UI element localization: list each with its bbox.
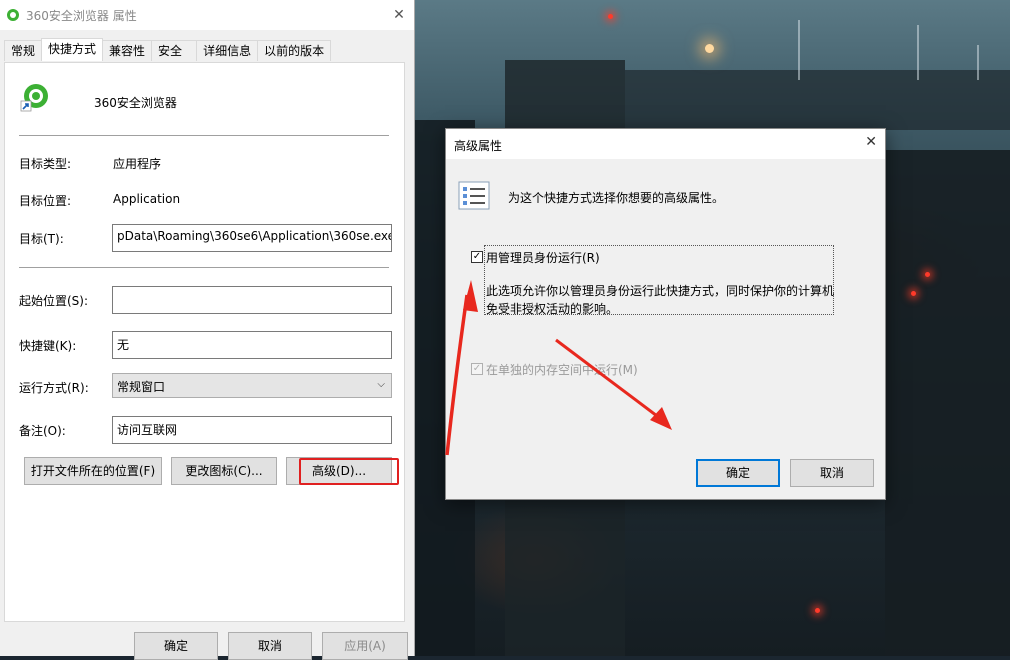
tab-details[interactable]: 详细信息 xyxy=(196,40,259,61)
advanced-dialog-titlebar: 高级属性 ✕ xyxy=(446,129,885,159)
checklist-icon xyxy=(458,181,490,210)
run-as-admin-description: 此选项允许你以管理员身份运行此快捷方式，同时保护你的计算机 xyxy=(486,284,835,298)
background-bridge xyxy=(625,70,1010,130)
run-label: 运行方式(R): xyxy=(19,381,89,395)
target-location-value: Application xyxy=(113,192,181,206)
background-structure xyxy=(885,150,1010,656)
divider xyxy=(19,267,389,268)
advanced-properties-dialog: 高级属性 ✕ 为这个快捷方式选择你想要的高级属性。 ✓ 用管理员身份运行(R) … xyxy=(445,128,886,500)
target-location-label: 目标位置: xyxy=(19,194,72,208)
advanced-cancel-button[interactable]: 取消 xyxy=(790,459,874,487)
360-browser-icon xyxy=(7,9,19,21)
background-lamp xyxy=(705,44,714,53)
background-red-light xyxy=(608,14,613,19)
target-type-label: 目标类型: xyxy=(19,157,72,171)
tab-previous-versions[interactable]: 以前的版本 xyxy=(257,40,332,61)
open-file-location-button[interactable]: 打开文件所在的位置(F) xyxy=(24,457,162,485)
app-name: 360安全浏览器 xyxy=(94,96,177,110)
background-pole xyxy=(917,25,919,80)
change-icon-button[interactable]: 更改图标(C)... xyxy=(171,457,277,485)
tab-security[interactable]: 安全 xyxy=(151,40,198,61)
advanced-description: 为这个快捷方式选择你想要的高级属性。 xyxy=(508,191,725,205)
separate-memory-checkbox[interactable]: ✓ xyxy=(471,363,483,375)
background-pole xyxy=(977,45,979,80)
target-label: 目标(T): xyxy=(19,232,64,246)
background-red-light xyxy=(815,608,820,613)
properties-titlebar: 360安全浏览器 属性 ✕ xyxy=(0,0,414,30)
run-as-admin-checkbox[interactable]: ✓ xyxy=(471,251,483,263)
shortcut-key-label: 快捷键(K): xyxy=(19,339,77,353)
run-mode-value: 常规窗口 xyxy=(117,380,166,394)
tab-general[interactable]: 常规 xyxy=(4,40,43,61)
separate-memory-label: 在单独的内存空间中运行(M) xyxy=(486,363,638,377)
divider xyxy=(19,135,389,136)
shortcut-key-input[interactable]: 无 xyxy=(112,331,392,359)
properties-window: 360安全浏览器 属性 ✕ 常规 快捷方式 兼容性 安全 详细信息 以前的版本 … xyxy=(0,0,415,660)
start-in-label: 起始位置(S): xyxy=(19,294,89,308)
highlight-box xyxy=(299,458,399,485)
tab-bar: 常规 快捷方式 兼容性 安全 详细信息 以前的版本 xyxy=(4,38,332,62)
background-red-light xyxy=(911,291,916,296)
target-input[interactable]: pData\Roaming\360se6\Application\360se.e… xyxy=(112,224,392,252)
run-as-admin-description: 免受非授权活动的影响。 xyxy=(486,302,619,316)
close-icon[interactable]: ✕ xyxy=(384,0,414,30)
chevron-down-icon: ⌵ xyxy=(377,379,385,390)
comment-label: 备注(O): xyxy=(19,424,66,438)
comment-input[interactable]: 访问互联网 xyxy=(112,416,392,444)
background-pole xyxy=(798,20,800,80)
advanced-dialog-title: 高级属性 xyxy=(454,139,503,153)
target-type-value: 应用程序 xyxy=(113,157,162,171)
background-red-light xyxy=(925,272,930,277)
window-title: 360安全浏览器 属性 xyxy=(26,8,137,23)
360-browser-icon xyxy=(20,84,48,112)
run-as-admin-label[interactable]: 用管理员身份运行(R) xyxy=(486,249,600,266)
advanced-ok-button[interactable]: 确定 xyxy=(696,459,780,487)
start-in-input[interactable] xyxy=(112,286,392,314)
close-icon[interactable]: ✕ xyxy=(865,134,877,150)
tab-shortcut[interactable]: 快捷方式 xyxy=(41,38,104,61)
run-mode-select[interactable]: 常规窗口 ⌵ xyxy=(112,373,392,398)
tab-compatibility[interactable]: 兼容性 xyxy=(102,40,153,61)
